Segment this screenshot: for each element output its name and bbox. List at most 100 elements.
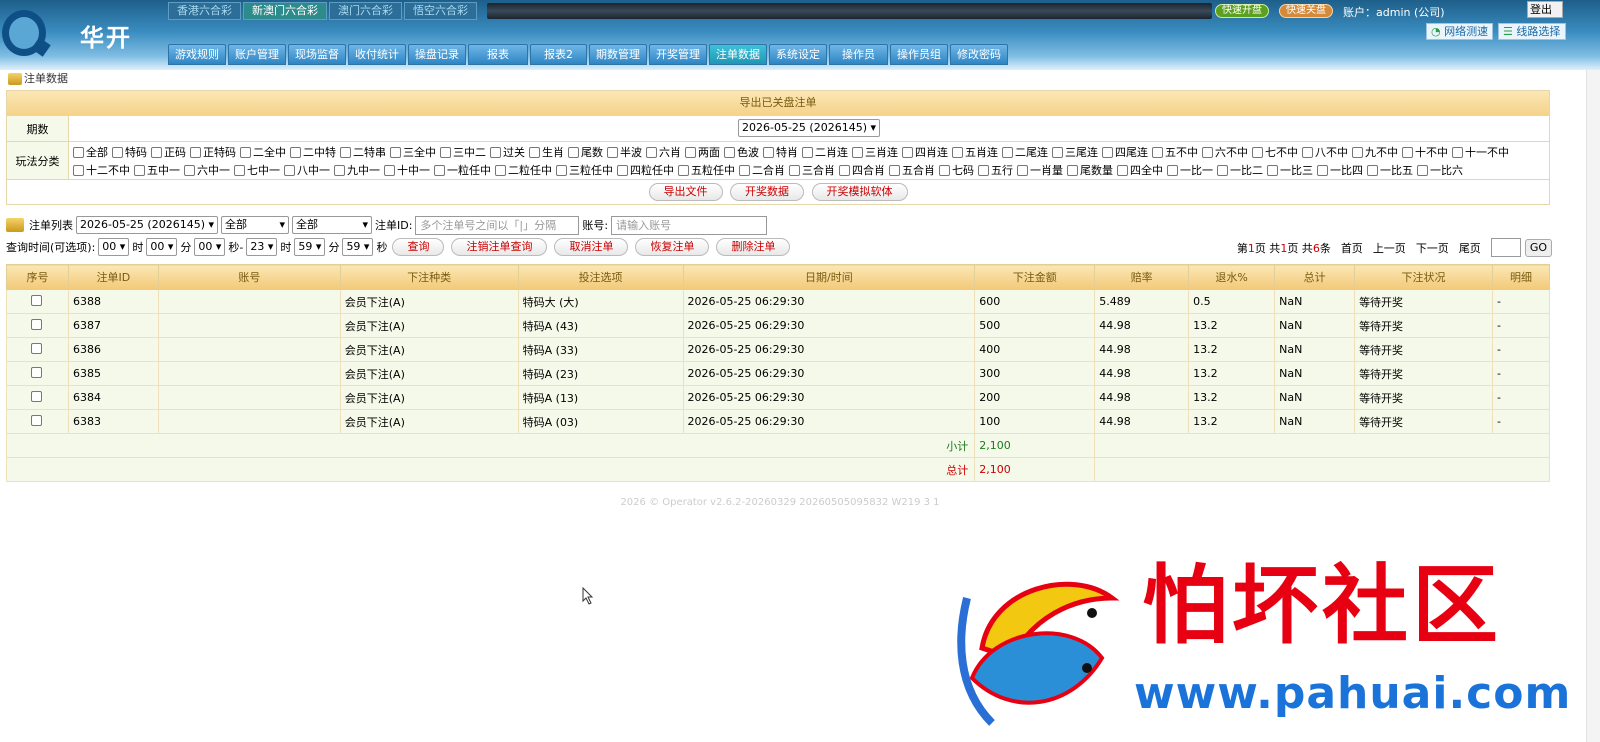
go-button[interactable]: GO [1524, 238, 1552, 257]
play-checkbox[interactable]: 三粒任中 [556, 163, 613, 178]
draw-data-button[interactable]: 开奖数据 [730, 183, 804, 201]
nav-tab[interactable]: 报表 [468, 44, 528, 65]
play-checkbox[interactable]: 二特串 [340, 145, 386, 160]
min-end-select[interactable]: 59 ▾ [294, 238, 326, 256]
checkbox-box[interactable] [902, 147, 913, 158]
checkbox-box[interactable] [284, 165, 295, 176]
nav-tab[interactable]: 收付统计 [348, 44, 406, 65]
play-checkbox[interactable]: 色波 [724, 145, 759, 160]
play-checkbox[interactable]: 二尾连 [1002, 145, 1048, 160]
checkbox-box[interactable] [340, 147, 351, 158]
checkbox-box[interactable] [1017, 165, 1028, 176]
checkbox-box[interactable] [495, 165, 506, 176]
prev-page-link[interactable]: 上一页 [1373, 240, 1406, 256]
play-checkbox[interactable]: 十二不中 [73, 163, 130, 178]
play-checkbox[interactable]: 三全中 [390, 145, 436, 160]
play-checkbox[interactable]: 四肖连 [902, 145, 948, 160]
play-checkbox[interactable]: 六中一 [184, 163, 230, 178]
checkbox-box[interactable] [1352, 147, 1363, 158]
play-checkbox[interactable]: 三合肖 [789, 163, 835, 178]
nav-tab[interactable]: 操盘记录 [408, 44, 466, 65]
play-checkbox[interactable]: 六肖 [646, 145, 681, 160]
play-checkbox[interactable]: 一比五 [1367, 163, 1413, 178]
checkbox-box[interactable] [1302, 147, 1313, 158]
checkbox-box[interactable] [685, 147, 696, 158]
lottery-tab[interactable]: 新澳门六合彩 [243, 2, 327, 20]
checkbox-box[interactable] [190, 147, 201, 158]
checkbox-box[interactable] [73, 147, 84, 158]
play-checkbox[interactable]: 十不中 [1402, 145, 1448, 160]
checkbox-box[interactable] [1267, 165, 1278, 176]
play-checkbox[interactable]: 四尾连 [1102, 145, 1148, 160]
checkbox-box[interactable] [490, 147, 501, 158]
play-checkbox[interactable]: 六不中 [1202, 145, 1248, 160]
checkbox-box[interactable] [384, 165, 395, 176]
first-page-link[interactable]: 首页 [1341, 240, 1363, 256]
play-checkbox[interactable]: 正特码 [190, 145, 236, 160]
play-checkbox[interactable]: 十中一 [384, 163, 430, 178]
play-checkbox[interactable]: 特码 [112, 145, 147, 160]
row-checkbox[interactable] [30, 390, 42, 402]
checkbox-box[interactable] [1217, 165, 1228, 176]
checkbox-box[interactable] [1052, 147, 1063, 158]
min-start-select[interactable]: 00 ▾ [146, 238, 178, 256]
play-checkbox[interactable]: 三中二 [440, 145, 486, 160]
checkbox-box[interactable] [134, 165, 145, 176]
date-select[interactable]: 2026-05-25 (2026145) ▾ [76, 216, 218, 234]
play-checkbox[interactable]: 五粒任中 [678, 163, 735, 178]
checkbox-box[interactable] [739, 165, 750, 176]
row-checkbox[interactable] [30, 294, 42, 306]
play-checkbox[interactable]: 二全中 [240, 145, 286, 160]
nav-tab[interactable]: 游戏规则 [168, 44, 226, 65]
checkbox-box[interactable] [556, 165, 567, 176]
checkbox-box[interactable] [852, 147, 863, 158]
play-checkbox[interactable]: 七码 [939, 163, 974, 178]
export-file-button[interactable]: 导出文件 [648, 183, 723, 201]
filter-select-1[interactable]: 全部 ▾ [221, 216, 289, 234]
play-checkbox[interactable]: 三尾连 [1052, 145, 1098, 160]
nav-tab[interactable]: 现场监督 [288, 44, 346, 65]
play-checkbox[interactable]: 一比三 [1267, 163, 1313, 178]
play-checkbox[interactable]: 二肖连 [802, 145, 848, 160]
page-input[interactable] [1490, 238, 1521, 257]
play-checkbox[interactable]: 七不中 [1252, 145, 1298, 160]
play-checkbox[interactable]: 九不中 [1352, 145, 1398, 160]
checkbox-box[interactable] [1152, 147, 1163, 158]
checkbox-box[interactable] [434, 165, 445, 176]
play-checkbox[interactable]: 一比六 [1417, 163, 1463, 178]
order-id-input[interactable]: 多个注单号之间以「|」分隔 [415, 215, 580, 235]
hour-end-select[interactable]: 23 ▾ [246, 238, 278, 256]
play-checkbox[interactable]: 九中一 [334, 163, 380, 178]
play-checkbox[interactable]: 七中一 [234, 163, 280, 178]
play-checkbox[interactable]: 三肖连 [852, 145, 898, 160]
lottery-tab[interactable]: 悟空六合彩 [404, 2, 477, 20]
nav-tab[interactable]: 报表2 [530, 44, 587, 65]
play-checkbox[interactable]: 一比二 [1217, 163, 1263, 178]
nav-tab[interactable]: 修改密码 [950, 44, 1008, 65]
play-checkbox[interactable]: 八中一 [284, 163, 330, 178]
checkbox-box[interactable] [1002, 147, 1013, 158]
net-test-button[interactable]: ◔ 网络测速 [1426, 23, 1494, 40]
delete-order-button[interactable]: 删除注单 [716, 238, 791, 256]
checkbox-box[interactable] [763, 147, 774, 158]
checkbox-box[interactable] [789, 165, 800, 176]
play-checkbox[interactable]: 一肖量 [1017, 163, 1063, 178]
sec-end-select[interactable]: 59 ▾ [342, 238, 374, 256]
checkbox-box[interactable] [1167, 165, 1178, 176]
play-checkbox[interactable]: 八不中 [1302, 145, 1348, 160]
checkbox-box[interactable] [978, 165, 989, 176]
play-checkbox[interactable]: 二中特 [290, 145, 336, 160]
checkbox-box[interactable] [1417, 165, 1428, 176]
checkbox-box[interactable] [529, 147, 540, 158]
checkbox-box[interactable] [646, 147, 657, 158]
play-checkbox[interactable]: 两面 [685, 145, 720, 160]
checkbox-box[interactable] [240, 147, 251, 158]
play-checkbox[interactable]: 五合肖 [889, 163, 935, 178]
checkbox-box[interactable] [234, 165, 245, 176]
checkbox-box[interactable] [1102, 147, 1113, 158]
play-checkbox[interactable]: 一粒任中 [434, 163, 491, 178]
checkbox-box[interactable] [568, 147, 579, 158]
checkbox-box[interactable] [1402, 147, 1413, 158]
checkbox-box[interactable] [617, 165, 628, 176]
checkbox-box[interactable] [390, 147, 401, 158]
